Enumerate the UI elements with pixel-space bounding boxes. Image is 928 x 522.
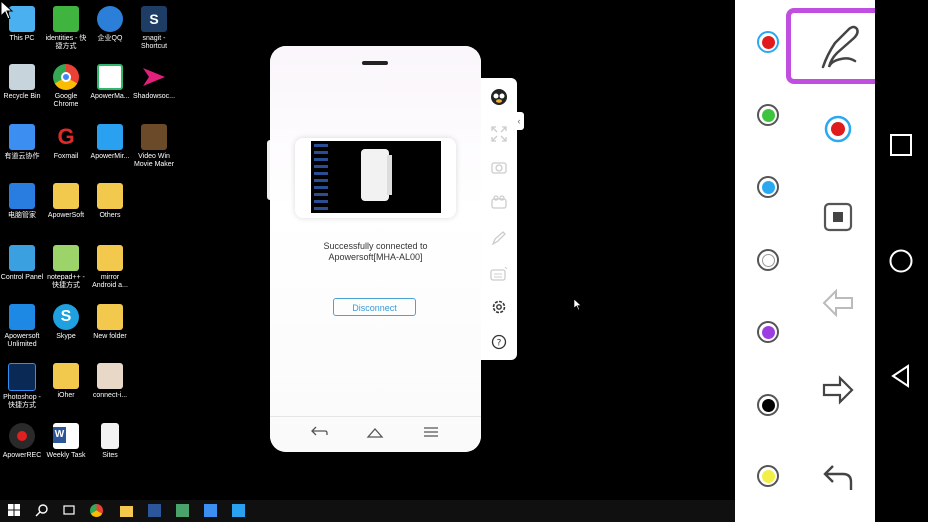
- chrome-icon: [53, 64, 79, 90]
- pen-icon[interactable]: [489, 230, 509, 250]
- control-panel-icon: [9, 245, 35, 271]
- photoshop-icon: [8, 363, 36, 391]
- search-icon[interactable]: [35, 503, 51, 519]
- fullscreen-icon[interactable]: [489, 126, 509, 146]
- arrow-right-icon[interactable]: [821, 373, 855, 407]
- folder-icon: [53, 183, 79, 209]
- back-icon[interactable]: [308, 425, 330, 443]
- svg-text:?: ?: [497, 339, 502, 349]
- color-swatch-white[interactable]: [757, 249, 779, 271]
- mirrored-screen-preview: [295, 138, 456, 218]
- mirror-toolbar: ?: [481, 78, 517, 360]
- document-icon: [101, 423, 119, 449]
- film-icon: [141, 124, 167, 150]
- color-swatch-red[interactable]: [757, 31, 779, 53]
- chrome-taskbar-icon[interactable]: [90, 504, 103, 517]
- apowermanager-icon: [97, 64, 123, 90]
- desktop-icon-movie-maker[interactable]: Video Win Movie Maker: [125, 124, 183, 169]
- phone-nav-bar: [270, 416, 481, 452]
- connection-status-line1: Successfully connected to: [323, 241, 428, 251]
- file-explorer-icon[interactable]: [120, 506, 133, 517]
- youdao-taskbar-icon[interactable]: [204, 504, 217, 517]
- mouse-cursor-icon: [573, 298, 582, 311]
- folder-icon: [97, 183, 123, 209]
- notepad-icon: [53, 245, 79, 271]
- swatch-fill: [761, 325, 775, 339]
- home-icon[interactable]: [364, 425, 386, 443]
- arrow-left-icon[interactable]: [821, 286, 855, 320]
- windows-start-icon[interactable]: [7, 503, 23, 519]
- word-document-icon: W: [53, 423, 79, 449]
- android-back-icon[interactable]: [888, 363, 914, 389]
- menu-icon[interactable]: [420, 425, 442, 443]
- desktop-icon-others[interactable]: Others: [81, 183, 139, 220]
- color-swatch-purple[interactable]: [757, 321, 779, 343]
- apowermirror-taskbar-icon[interactable]: [232, 504, 245, 517]
- record-icon: [9, 423, 35, 449]
- shield-icon: [9, 183, 35, 209]
- desktop-icon-snagit[interactable]: S snagit - Shortcut: [125, 6, 183, 51]
- recycle-bin-icon: [9, 64, 35, 90]
- qq-icon: [97, 6, 123, 32]
- android-nav-panel: [875, 0, 928, 522]
- taskbar: [0, 500, 735, 522]
- mouse-pointer-icon: [0, 0, 14, 20]
- youdao-icon: [9, 124, 35, 150]
- skype-icon: S: [53, 304, 79, 330]
- identities-icon: [53, 6, 79, 32]
- android-home-icon[interactable]: [888, 248, 914, 274]
- color-swatch-black[interactable]: [757, 394, 779, 416]
- keyboard-icon[interactable]: [489, 265, 509, 285]
- recent-apps-icon[interactable]: [888, 132, 914, 158]
- app-taskbar-icon[interactable]: [176, 504, 189, 517]
- desktop-icon-mirror-android[interactable]: mirror Android a...: [81, 245, 139, 290]
- swatch-fill: [761, 180, 775, 194]
- word-taskbar-icon[interactable]: [148, 504, 161, 517]
- task-view-icon[interactable]: [62, 503, 78, 519]
- color-swatch-yellow[interactable]: [757, 465, 779, 487]
- image-file-icon: [97, 363, 123, 389]
- color-swatch-green[interactable]: [757, 104, 779, 126]
- screenshot-icon[interactable]: [489, 160, 509, 180]
- swatch-fill: [761, 108, 775, 122]
- swatch-fill: [761, 253, 775, 267]
- phone-mirror-window: Successfully connected to Apowersoft[MHA…: [270, 46, 481, 452]
- paper-plane-icon: [141, 64, 167, 90]
- desktop-icon-shadowsocks[interactable]: Shadowsoc...: [125, 64, 183, 101]
- stop-icon[interactable]: [821, 200, 855, 234]
- snagit-icon: S: [141, 6, 167, 32]
- avatar-icon[interactable]: [489, 86, 509, 106]
- phone-speaker: [362, 61, 388, 65]
- desktop-icon-connect[interactable]: connect-i...: [81, 363, 139, 400]
- connection-status-line2: Apowersoft[MHA-AL00]: [328, 252, 423, 262]
- undo-icon[interactable]: [821, 460, 855, 494]
- desktop-icon-sites[interactable]: Sites: [81, 423, 139, 460]
- color-swatch-blue[interactable]: [757, 176, 779, 198]
- help-icon[interactable]: ?: [489, 334, 509, 354]
- apowersoft-icon: [9, 304, 35, 330]
- disconnect-button[interactable]: Disconnect: [333, 298, 416, 316]
- swatch-fill: [761, 398, 775, 412]
- folder-icon: [53, 363, 79, 389]
- swatch-fill: [761, 35, 775, 49]
- foxmail-icon: G: [57, 124, 75, 149]
- apowermirror-icon: [97, 124, 123, 150]
- collapse-toolbar-icon[interactable]: ‹: [514, 112, 524, 130]
- swatch-fill: [761, 469, 775, 483]
- current-color-icon[interactable]: [821, 112, 855, 146]
- folder-icon: [97, 304, 123, 330]
- folder-icon: [97, 245, 123, 271]
- settings-icon[interactable]: [489, 299, 509, 319]
- record-icon[interactable]: [489, 195, 509, 215]
- desktop-icon-new-folder[interactable]: New folder: [81, 304, 139, 341]
